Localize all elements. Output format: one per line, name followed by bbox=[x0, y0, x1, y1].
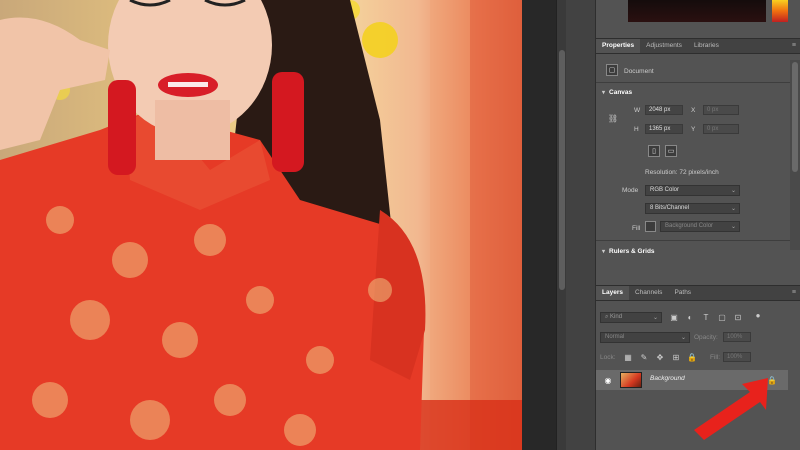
canvas-vertical-scrollbar[interactable] bbox=[556, 0, 566, 450]
height-input[interactable]: 1365 px bbox=[645, 124, 683, 134]
annotation-arrow bbox=[694, 378, 768, 440]
y-label: Y bbox=[691, 126, 696, 133]
mode-select[interactable]: RGB Color ⌄ bbox=[645, 185, 740, 196]
lock-all-icon[interactable]: 🔒 bbox=[686, 351, 698, 363]
canvas-area[interactable] bbox=[0, 0, 556, 450]
blend-mode-select[interactable]: Normal ⌄ bbox=[600, 332, 690, 343]
rulers-section-header[interactable]: ▾ Rulers & Grids bbox=[602, 248, 655, 255]
x-input[interactable]: 0 px bbox=[703, 105, 739, 115]
chevron-down-icon: ⌄ bbox=[680, 335, 686, 341]
photo-svg bbox=[0, 0, 522, 450]
layer-name[interactable]: Background bbox=[650, 375, 685, 382]
document-icon: ▢ bbox=[606, 64, 618, 76]
y-input[interactable]: 0 px bbox=[703, 124, 739, 134]
scrollbar-thumb[interactable] bbox=[559, 50, 565, 290]
layer-filter-value: Kind bbox=[610, 314, 623, 320]
rulers-section-title: Rulers & Grids bbox=[609, 248, 655, 255]
canvas-section-header[interactable]: ▾ Canvas bbox=[602, 89, 632, 96]
blend-mode-value: Normal bbox=[605, 334, 625, 340]
properties-tab-bar: Properties Adjustments Libraries ≡ bbox=[596, 38, 800, 54]
panel-icon-strip bbox=[566, 0, 596, 450]
hue-slider[interactable] bbox=[772, 0, 788, 22]
link-icon[interactable]: ⛓ bbox=[607, 112, 619, 124]
resolution-text: Resolution: 72 pixels/inch bbox=[645, 169, 719, 176]
filter-adjustment-icon[interactable]: ◐ bbox=[684, 311, 696, 323]
fill-select[interactable]: Background Color ⌄ bbox=[660, 221, 740, 232]
bit-depth-value: 8 Bits/Channel bbox=[650, 205, 690, 211]
fill-input[interactable]: 100% bbox=[723, 352, 751, 362]
divider bbox=[596, 240, 800, 241]
chevron-down-icon: ▾ bbox=[602, 90, 606, 96]
tab-layers[interactable]: Layers bbox=[596, 286, 629, 300]
lock-label: Lock: bbox=[600, 354, 616, 361]
layer-thumbnail bbox=[620, 372, 642, 388]
properties-menu-icon[interactable]: ≡ bbox=[792, 42, 796, 49]
width-label: W bbox=[634, 107, 641, 114]
width-input[interactable]: 2048 px bbox=[645, 105, 683, 115]
landscape-orientation-icon[interactable]: ▭ bbox=[665, 145, 677, 157]
filter-toggle-icon[interactable]: ● bbox=[752, 309, 764, 321]
lock-artboard-icon[interactable]: ⊞ bbox=[670, 351, 682, 363]
layers-tab-bar: Layers Channels Paths ≡ bbox=[596, 285, 800, 301]
chevron-down-icon: ⌄ bbox=[652, 315, 658, 321]
chevron-down-icon: ⌄ bbox=[730, 188, 736, 194]
photo-image bbox=[0, 0, 522, 450]
chevron-down-icon: ▾ bbox=[602, 249, 606, 255]
fill-label: Fill bbox=[632, 225, 641, 232]
chevron-down-icon: ⌄ bbox=[730, 206, 736, 212]
filter-pixel-icon[interactable]: ▣ bbox=[668, 311, 680, 323]
canvas-pasteboard bbox=[522, 0, 556, 450]
bit-depth-select[interactable]: 8 Bits/Channel ⌄ bbox=[645, 203, 740, 214]
x-label: X bbox=[691, 107, 696, 114]
tab-channels[interactable]: Channels bbox=[629, 286, 668, 300]
tab-adjustments[interactable]: Adjustments bbox=[640, 39, 688, 53]
chevron-down-icon: ⌄ bbox=[730, 224, 736, 230]
height-label: H bbox=[634, 126, 639, 133]
properties-scrollbar[interactable] bbox=[790, 60, 800, 250]
opacity-label: Opacity: bbox=[694, 334, 718, 341]
tab-libraries[interactable]: Libraries bbox=[688, 39, 725, 53]
fill-select-value: Background Color bbox=[665, 223, 714, 229]
layer-filter-select[interactable]: ⌕ Kind ⌄ bbox=[600, 312, 662, 323]
lock-position-icon[interactable]: ✥ bbox=[654, 351, 666, 363]
lock-transparent-icon[interactable]: ▦ bbox=[622, 351, 634, 363]
eye-icon[interactable]: ◉ bbox=[602, 374, 614, 386]
filter-type-icon[interactable]: T bbox=[700, 311, 712, 323]
color-picker-field[interactable] bbox=[628, 0, 766, 22]
layers-menu-icon[interactable]: ≡ bbox=[792, 289, 796, 296]
opacity-input[interactable]: 100% bbox=[723, 332, 751, 342]
mode-label: Mode bbox=[622, 187, 639, 194]
fill-label: Fill: bbox=[710, 354, 721, 361]
tab-properties[interactable]: Properties bbox=[596, 39, 641, 53]
tab-paths[interactable]: Paths bbox=[668, 286, 697, 300]
lock-pixels-icon[interactable]: ✎ bbox=[638, 351, 650, 363]
fill-swatch[interactable] bbox=[645, 221, 656, 232]
canvas-section-title: Canvas bbox=[609, 89, 633, 96]
mode-select-value: RGB Color bbox=[650, 187, 680, 193]
portrait-orientation-icon[interactable]: ▯ bbox=[648, 145, 660, 157]
scrollbar-thumb[interactable] bbox=[792, 62, 798, 172]
filter-shape-icon[interactable]: ▢ bbox=[716, 311, 728, 323]
filter-smart-object-icon[interactable]: ⊡ bbox=[732, 311, 744, 323]
document-label: Document bbox=[624, 68, 654, 75]
divider bbox=[596, 82, 800, 83]
